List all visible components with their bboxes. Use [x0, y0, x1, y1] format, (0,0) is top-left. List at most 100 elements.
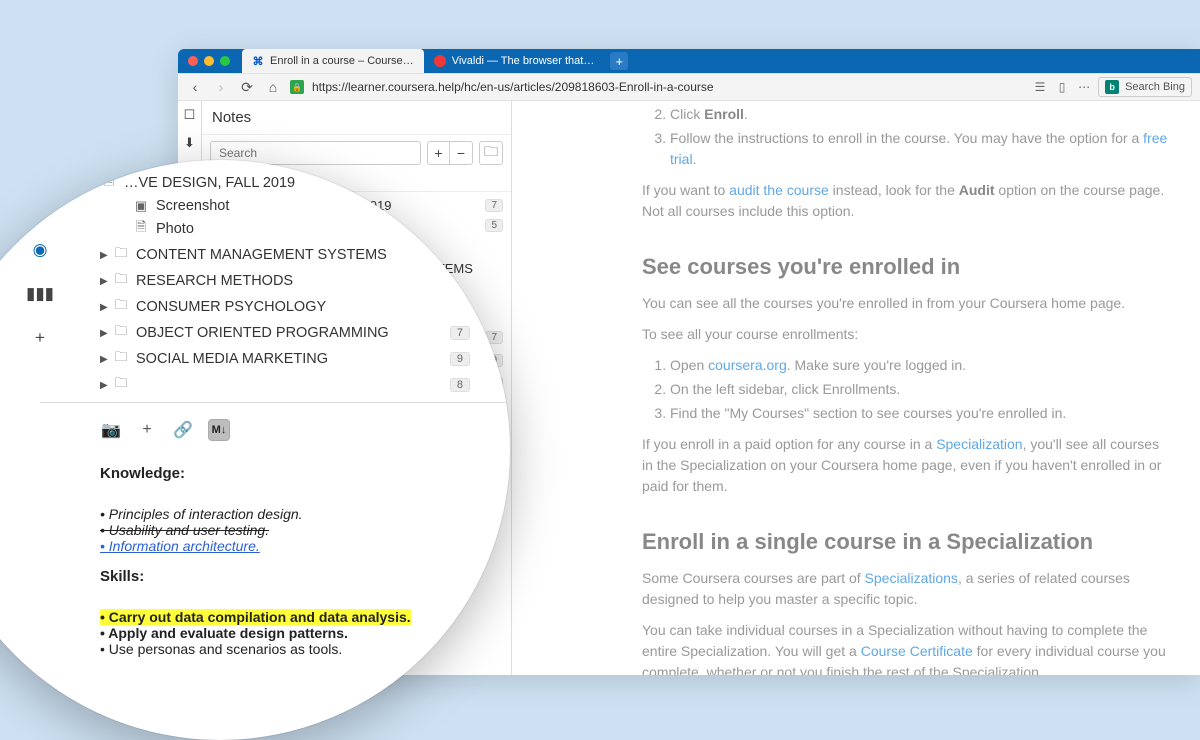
tab-label: Vivaldi — The browser that… [452, 55, 595, 67]
lock-icon[interactable]: 🔒 [290, 80, 304, 94]
notes-tree: 🗎 …VE DESIGN, FALL 2019 7 ▣ Screenshot 5… [202, 192, 511, 397]
tree-label: Screenshot [258, 218, 481, 233]
paragraph: You can take individual courses in a Spe… [642, 620, 1170, 675]
page-content: Click Enroll. Follow the instructions to… [512, 101, 1200, 675]
folder-icon: 🗀 [112, 296, 130, 318]
step-text: Follow the instructions to enroll in the… [670, 130, 1143, 146]
tree-label: CONSUMER PSYCHOLOGY [248, 307, 503, 322]
bookmark-icon[interactable]: ▯ [1054, 79, 1070, 95]
notes-search-input[interactable] [210, 141, 421, 165]
search-field[interactable]: b Search Bing [1098, 77, 1192, 97]
bookmarks-panel-icon[interactable]: ☐ [182, 107, 198, 123]
specializations-link[interactable]: Specializations [865, 570, 958, 586]
camera-icon[interactable]: 📷 [100, 419, 122, 441]
folder-icon: 🗀 [226, 304, 242, 325]
tree-row[interactable]: ▶ 🗀 OBJECT ORIENTED PROGRAMMING 7 [202, 326, 511, 349]
audit-link[interactable]: audit the course [729, 182, 829, 198]
content-area: ☐ ⬇ ▣ Notes + − 🗀 Sort Manually 🗎 …VE [178, 101, 1200, 675]
tree-row[interactable]: ▣ Screenshot 5 [202, 217, 511, 234]
chevron-right-icon[interactable]: ▶ [216, 332, 226, 343]
tree-row[interactable]: 🗎 …VE DESIGN, FALL 2019 7 [202, 194, 511, 217]
barcode-panel-icon[interactable]: ▮▮▮ [29, 283, 51, 305]
page-panel-icon[interactable]: 🗎 [29, 195, 51, 217]
home-button[interactable]: ⌂ [264, 78, 282, 96]
forward-button[interactable]: › [212, 78, 230, 96]
paragraph: Some Coursera courses are part of Specia… [642, 568, 1170, 610]
chevron-right-icon[interactable]: ▶ [216, 355, 226, 366]
chevron-right-icon[interactable]: ▶ [216, 309, 226, 320]
remove-note-button[interactable]: − [450, 142, 472, 164]
image-icon: ▣ [236, 219, 252, 233]
downloads-icon[interactable]: ⋯ [1076, 79, 1092, 95]
search-placeholder: Search Bing [1125, 81, 1185, 93]
tree-badge: 7 [485, 331, 503, 344]
chevron-right-icon[interactable]: ▶ [100, 276, 112, 287]
tree-row[interactable]: 🗎 Photo [202, 234, 511, 257]
chevron-right-icon[interactable]: ▶ [100, 354, 112, 365]
tree-row[interactable]: ▶ 🗀 RESEARCH METHODS [202, 280, 511, 303]
audit-bold: Audit [959, 182, 995, 198]
tree-label: OBJECT ORIENTED PROGRAMMING [248, 330, 481, 345]
notes-panel: Notes + − 🗀 Sort Manually 🗎 …VE DESIGN, … [202, 101, 512, 675]
downloads-panel-icon[interactable]: ⬇ [182, 135, 198, 151]
title-bar: ⌘ Enroll in a course – Course… Vivaldi —… [178, 49, 1200, 73]
tree-row[interactable]: ▶ 🗀 SOCIAL MEDIA MARKETING 9 [202, 349, 511, 372]
tree-row[interactable]: ▶ 🗀 CONSUMER PSYCHOLOGY [202, 303, 511, 326]
paragraph: To see all your course enrollments: [642, 324, 1170, 345]
chevron-right-icon[interactable]: ▶ [100, 380, 112, 391]
tree-label: CONTENT MANAGEMENT SYSTEMS [248, 261, 503, 276]
tree-badge: 8 [485, 377, 503, 390]
specialization-link[interactable]: Specialization [936, 436, 1022, 452]
coursera-link[interactable]: coursera.org [708, 357, 787, 373]
url-field[interactable]: https://learner.coursera.help/hc/en-us/a… [312, 80, 714, 94]
add-panel-button[interactable]: + [29, 327, 51, 349]
vivaldi-favicon-icon [434, 55, 446, 67]
plus-icon[interactable]: + [136, 419, 158, 441]
chevron-right-icon[interactable]: ▶ [100, 250, 112, 261]
sort-label[interactable]: Sort Manually [202, 171, 511, 192]
notes-toolbar: + − 🗀 [202, 135, 511, 171]
folder-icon: 🗀 [226, 350, 242, 371]
reload-button[interactable]: ⟳ [238, 78, 256, 96]
step-item: Find the "My Courses" section to see cou… [670, 403, 1170, 424]
folder-icon: 🗀 [226, 258, 242, 279]
course-certificate-link[interactable]: Course Certificate [861, 643, 973, 659]
notes-add-remove-group: + − [427, 141, 473, 165]
tree-label: RESEARCH METHODS [248, 284, 503, 299]
chevron-right-icon[interactable]: ▶ [100, 328, 112, 339]
new-folder-button[interactable]: 🗀 [480, 142, 502, 164]
note-icon: 🗎 [236, 235, 252, 256]
tab-vivaldi[interactable]: Vivaldi — The browser that… [424, 49, 605, 73]
close-window-button[interactable] [188, 56, 198, 66]
tab-coursera[interactable]: ⌘ Enroll in a course – Course… [242, 49, 424, 73]
chevron-right-icon[interactable]: ▶ [216, 263, 226, 274]
folder-icon: 🗀 [112, 270, 130, 292]
back-button[interactable]: ‹ [186, 78, 204, 96]
step-text: Click [670, 106, 704, 122]
paragraph: If you enroll in a paid option for any c… [642, 434, 1170, 497]
address-right: ☰ ▯ ⋯ b Search Bing [1032, 77, 1192, 97]
step-item: On the left sidebar, click Enrollments. [670, 379, 1170, 400]
chevron-right-icon[interactable]: ▶ [216, 378, 226, 389]
new-tab-button[interactable]: + [610, 52, 628, 70]
tab-strip: ⌘ Enroll in a course – Course… Vivaldi —… [242, 49, 628, 73]
folder-icon: 🗀 [112, 374, 130, 396]
minimize-window-button[interactable] [204, 56, 214, 66]
maximize-window-button[interactable] [220, 56, 230, 66]
tree-row[interactable]: ▶ 🗀 8 [202, 372, 511, 395]
web-panel-icon[interactable]: ◉ [29, 239, 51, 261]
window-controls [188, 56, 230, 66]
mag-panel-rail: 🗎 ◉ ▮▮▮ + [18, 195, 62, 349]
chevron-right-icon[interactable]: ▶ [216, 286, 226, 297]
panel-rail: ☐ ⬇ ▣ [178, 101, 202, 675]
paragraph: You can see all the courses you're enrol… [642, 293, 1170, 314]
chevron-right-icon[interactable]: ▶ [100, 302, 112, 313]
tree-label: Photo [258, 238, 503, 253]
add-note-button[interactable]: + [428, 142, 450, 164]
folder-icon: 🗀 [112, 244, 130, 266]
folder-icon: 🗀 [226, 327, 242, 348]
tree-row[interactable]: ▶ 🗀 CONTENT MANAGEMENT SYSTEMS [202, 257, 511, 280]
step-item: Open coursera.org. Make sure you're logg… [670, 355, 1170, 376]
reader-view-icon[interactable]: ☰ [1032, 79, 1048, 95]
notes-panel-icon[interactable]: ▣ [182, 163, 198, 179]
